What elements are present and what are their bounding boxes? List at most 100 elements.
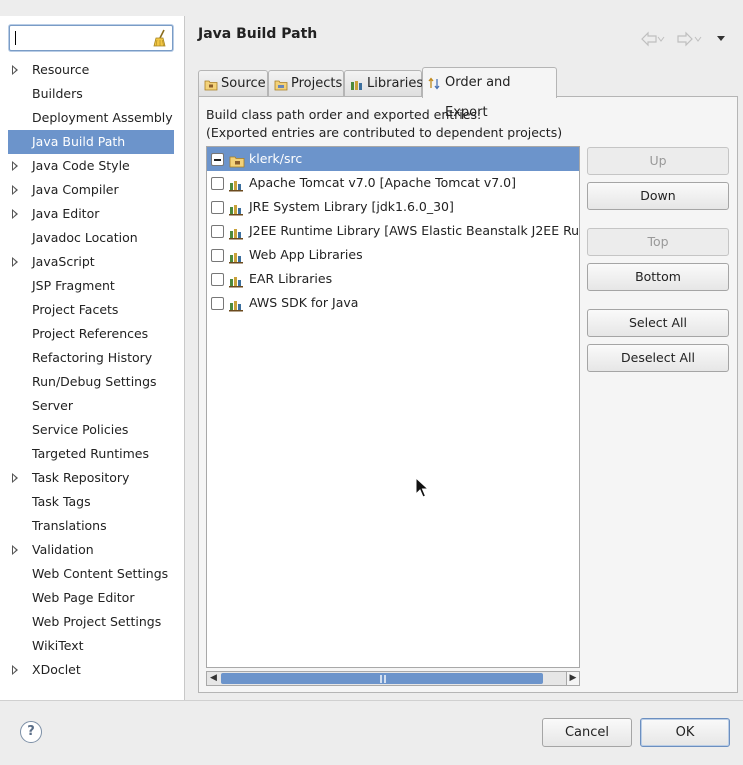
mouse-pointer-icon [415, 477, 429, 498]
tree-item[interactable]: Java Compiler [8, 178, 174, 202]
tree-item[interactable]: WikiText [8, 634, 174, 658]
tree-item[interactable]: Javadoc Location [8, 226, 174, 250]
export-checkbox[interactable] [211, 273, 224, 286]
tree-item-label: Java Editor [32, 206, 100, 221]
tree-item-label: Deployment Assembly [32, 110, 173, 125]
tree-item[interactable]: JSP Fragment [8, 274, 174, 298]
library-icon [229, 224, 245, 240]
tree-item-label: Server [32, 398, 73, 413]
bottom-button[interactable]: Bottom [587, 263, 729, 291]
tree-item[interactable]: Task Tags [8, 490, 174, 514]
expand-arrow-icon[interactable] [12, 665, 18, 675]
list-item[interactable]: J2EE Runtime Library [AWS Elastic Beanst… [207, 219, 579, 243]
tree-item[interactable]: Deployment Assembly [8, 106, 174, 130]
export-checkbox[interactable] [211, 153, 224, 166]
property-pages-pane: Resource Builders Deployment Assembly Java … [0, 16, 185, 700]
list-item[interactable]: EAR Libraries [207, 267, 579, 291]
tree-item[interactable]: Java Code Style [8, 154, 174, 178]
library-icon [229, 200, 245, 216]
ok-button[interactable]: OK [640, 718, 730, 747]
classpath-entries-list[interactable]: klerk/src Apache Tomcat v7.0 [Apache Tomc… [206, 146, 580, 668]
tree-item-label: Javadoc Location [32, 230, 138, 245]
tree-item[interactable]: Java Editor [8, 202, 174, 226]
tree-item[interactable]: Resource [8, 58, 174, 82]
tree-item[interactable]: Refactoring History [8, 346, 174, 370]
tree-item[interactable]: JavaScript [8, 250, 174, 274]
tree-item[interactable]: Run/Debug Settings [8, 370, 174, 394]
description-line-1: Build class path order and exported entr… [206, 107, 482, 122]
tree-item-label: Java Build Path [32, 134, 126, 149]
scroll-right-arrow-icon[interactable]: ▶ [566, 672, 579, 685]
cancel-button[interactable]: Cancel [542, 718, 632, 747]
list-item[interactable]: JRE System Library [jdk1.6.0_30] [207, 195, 579, 219]
tree-item-label: Resource [32, 62, 90, 77]
tree-item[interactable]: Validation [8, 538, 174, 562]
panel-description: Build class path order and exported entr… [206, 106, 562, 142]
tree-item-label: WikiText [32, 638, 84, 653]
expand-arrow-icon[interactable] [12, 161, 18, 171]
scrollbar-thumb[interactable]: ‖‖ [221, 673, 543, 684]
tree-item[interactable]: Project Facets [8, 298, 174, 322]
deselect-all-button[interactable]: Deselect All [587, 344, 729, 372]
expand-arrow-icon[interactable] [12, 65, 18, 75]
tree-item-label: Run/Debug Settings [32, 374, 157, 389]
export-checkbox[interactable] [211, 225, 224, 238]
tree-item[interactable]: Targeted Runtimes [8, 442, 174, 466]
tree-item-label: Translations [32, 518, 107, 533]
page-title: Java Build Path [198, 26, 318, 42]
expand-arrow-icon[interactable] [12, 185, 18, 195]
tree-item[interactable]: XDoclet [8, 658, 174, 682]
export-checkbox[interactable] [211, 201, 224, 214]
tree-item-label: Web Content Settings [32, 566, 169, 581]
dialog-top-strip [0, 0, 743, 16]
export-checkbox[interactable] [211, 297, 224, 310]
list-item[interactable]: klerk/src [207, 147, 579, 171]
down-button[interactable]: Down [587, 182, 729, 210]
list-item[interactable]: Web App Libraries [207, 243, 579, 267]
help-icon[interactable]: ? [20, 721, 42, 743]
tree-item[interactable]: Builders [8, 82, 174, 106]
tree-item[interactable]: Translations [8, 514, 174, 538]
view-menu-icon[interactable] [717, 36, 725, 41]
tab-order-and-export[interactable]: Order and Export [422, 67, 557, 120]
back-arrow-icon[interactable] [641, 31, 665, 47]
tree-item[interactable]: Project References [8, 322, 174, 346]
tree-item[interactable]: Java Build Path [8, 130, 174, 154]
tree-item[interactable]: Task Repository [8, 466, 174, 490]
horizontal-scrollbar[interactable]: ◀ ‖‖ ▶ [206, 671, 580, 686]
clear-filter-icon[interactable] [152, 29, 168, 47]
expand-arrow-icon[interactable] [12, 209, 18, 219]
list-item[interactable]: Apache Tomcat v7.0 [Apache Tomcat v7.0] [207, 171, 579, 195]
export-checkbox[interactable] [211, 177, 224, 190]
expand-arrow-icon[interactable] [12, 545, 18, 555]
up-button[interactable]: Up [587, 147, 729, 175]
tab-libraries[interactable]: Libraries [344, 70, 424, 97]
forward-arrow-icon[interactable] [677, 31, 702, 47]
expand-arrow-icon[interactable] [12, 257, 18, 267]
list-item[interactable]: AWS SDK for Java [207, 291, 579, 315]
tree-item-label: Task Repository [32, 470, 130, 485]
tree-item-label: Refactoring History [32, 350, 153, 365]
select-all-button[interactable]: Select All [587, 309, 729, 337]
tree-item[interactable]: Web Project Settings [8, 610, 174, 634]
export-checkbox[interactable] [211, 249, 224, 262]
history-navigation [641, 31, 725, 47]
list-item-label: Apache Tomcat v7.0 [Apache Tomcat v7.0] [249, 175, 516, 190]
tree-item[interactable]: Web Page Editor [8, 586, 174, 610]
text-caret [15, 31, 16, 45]
tab-projects[interactable]: Projects [268, 70, 344, 97]
filter-input[interactable] [9, 25, 173, 51]
tree-item[interactable]: Service Policies [8, 418, 174, 442]
tree-item-label: Web Project Settings [32, 614, 162, 629]
tree-item-label: Builders [32, 86, 83, 101]
scroll-left-arrow-icon[interactable]: ◀ [207, 672, 220, 685]
tree-item[interactable]: Server [8, 394, 174, 418]
tree-item-label: Web Page Editor [32, 590, 135, 605]
top-button[interactable]: Top [587, 228, 729, 256]
tab-libraries-label: Libraries [367, 76, 424, 91]
list-item-label: J2EE Runtime Library [AWS Elastic Beanst… [249, 223, 580, 238]
tab-source[interactable]: Source [198, 70, 268, 97]
tree-item[interactable]: Web Content Settings [8, 562, 174, 586]
expand-arrow-icon[interactable] [12, 473, 18, 483]
scrollbar-grip-icon: ‖‖ [379, 674, 387, 683]
